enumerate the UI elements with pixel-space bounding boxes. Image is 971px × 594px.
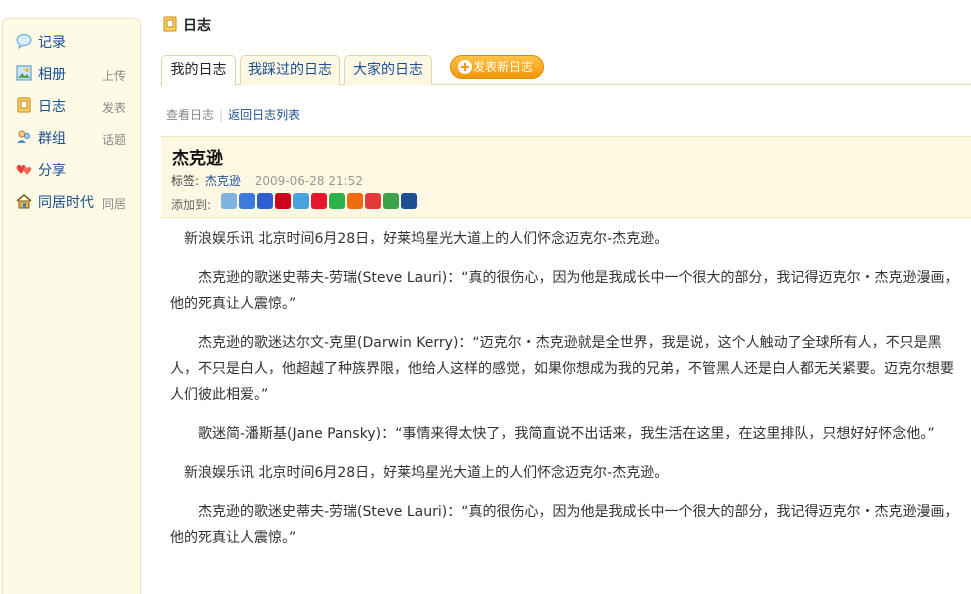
notebook-icon [17,97,31,113]
breadcrumb-separator: | [219,108,224,122]
post-title: 杰克逊 [172,149,223,169]
renren-icon[interactable] [347,193,363,209]
sidebar-item-groups[interactable]: 群组 话题 [3,123,140,151]
post-header: 杰克逊 标签: 杰克逊 2009-06-28 21:52 添加到: [161,136,971,218]
sidebar: 记录 相册 上传 日志 发表 群组 话题 分享 同居时代 同居 [2,18,141,594]
post-paragraph: 杰克逊的歌迷达尔文-克里(Darwin Kerry)：“迈克尔・杰克逊就是全世界… [170,335,954,403]
breadcrumb-current: 查看日志 [166,108,215,122]
post-paragraph: 新浪娱乐讯 北京时间6月28日，好莱坞星光大道上的人们怀念迈克尔-杰克逊。 [184,465,669,481]
sidebar-item-label: 同居时代 [38,195,94,211]
breadcrumb: 查看日志 | 返回日志列表 [166,106,300,123]
post-body: 新浪娱乐讯 北京时间6月28日，好莱坞星光大道上的人们怀念迈克尔-杰克逊。 杰克… [170,226,960,564]
tag-label: 标签: [171,174,200,188]
google-icon[interactable] [239,193,255,209]
post-paragraph: 歌迷简-潘斯基(Jane Pansky)：“事情来得太快了，我简直说不出话来，我… [198,426,935,442]
tag-link[interactable]: 杰克逊 [205,174,241,188]
yahoo-icon[interactable] [275,193,291,209]
sidebar-item-label: 群组 [38,131,66,147]
qzone-icon[interactable] [293,193,309,209]
sidebar-item-album[interactable]: 相册 上传 [3,59,140,87]
upload-link[interactable]: 上传 [102,67,126,84]
cpolar-icon[interactable] [365,193,381,209]
sidebar-item-share[interactable]: 分享 [3,155,140,183]
weibo-icon[interactable] [311,193,327,209]
post-paragraph: 杰克逊的歌迷史蒂夫-劳瑞(Steve Lauri)：“真的很伤心，因为他是我成长… [170,504,959,546]
post-meta: 标签: 杰克逊 2009-06-28 21:52 [171,172,363,189]
douban-icon[interactable] [329,193,345,209]
bookmark-icon[interactable] [221,193,237,209]
back-to-list-link[interactable]: 返回日志列表 [228,108,300,122]
page-title: 日志 [183,18,211,34]
topics-link[interactable]: 话题 [102,131,126,148]
sidebar-item-label: 相册 [38,67,66,83]
chat-bubble-icon [16,34,32,49]
publish-new-blog-button[interactable]: 发表新日志 [450,55,544,79]
sidebar-item-records[interactable]: 记录 [3,27,140,55]
baidu-icon[interactable] [257,193,273,209]
sidebar-item-cohabit[interactable]: 同居时代 同居 [3,187,140,215]
cohabit-link[interactable]: 同居 [102,195,126,212]
addto-label: 添加到: [171,198,212,212]
digg-icon[interactable] [401,193,417,209]
tab-stepped-blog[interactable]: 我踩过的日志 [240,55,340,85]
notebook-icon [163,16,177,32]
post-paragraph: 新浪娱乐讯 北京时间6月28日，好莱坞星光大道上的人们怀念迈克尔-杰克逊。 [184,231,669,247]
post-paragraph: 杰克逊的歌迷史蒂夫-劳瑞(Steve Lauri)：“真的很伤心，因为他是我成长… [170,270,959,312]
kaixin-icon[interactable] [383,193,399,209]
house-icon [16,194,32,209]
sidebar-item-label: 记录 [38,35,66,51]
photo-icon [16,65,32,81]
tab-my-blog[interactable]: 我的日志 [161,55,236,86]
sidebar-item-label: 分享 [38,163,66,179]
post-date: 2009-06-28 21:52 [254,174,363,188]
publish-label: 发表新日志 [473,60,534,74]
sidebar-item-label: 日志 [38,99,66,115]
plus-icon [458,60,472,74]
sidebar-item-blog[interactable]: 日志 发表 [3,91,140,119]
hearts-icon [16,165,32,175]
tab-everyone-blog[interactable]: 大家的日志 [344,55,432,85]
group-icon [17,130,30,143]
publish-link[interactable]: 发表 [102,99,126,116]
